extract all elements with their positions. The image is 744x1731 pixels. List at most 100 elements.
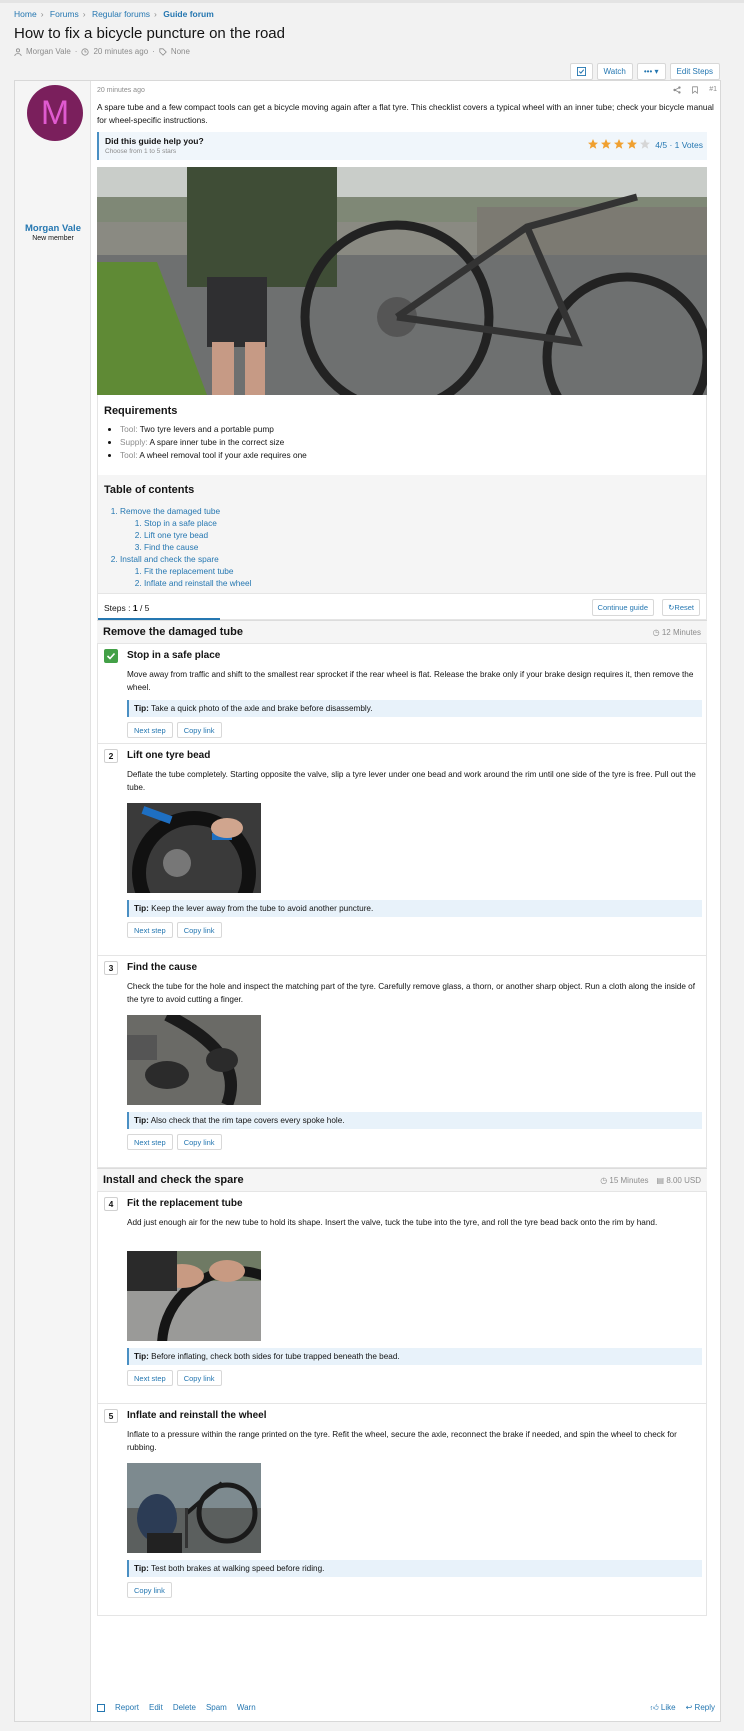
step-tip: Tip: Test both brakes at walking speed b… — [127, 1560, 702, 1577]
thumbs-up-icon: 👍︎ — [650, 1703, 659, 1712]
more-options-button[interactable]: ••• ▾ — [636, 63, 666, 80]
star-icon[interactable] — [587, 138, 599, 150]
clock-icon — [81, 47, 90, 56]
step-image — [127, 1463, 261, 1553]
user-title: New member — [32, 235, 74, 242]
toc-list: Remove the damaged tube Stop in a safe p… — [120, 505, 251, 589]
requirements-section: Requirements Tool: Two tyre levers and a… — [97, 395, 707, 475]
post: M Morgan Vale New member 20 minutes ago … — [14, 80, 721, 1722]
star-icon[interactable] — [626, 138, 638, 150]
next-step-button[interactable]: Next step — [127, 922, 173, 938]
edit-link[interactable]: Edit — [149, 1703, 163, 1712]
requirements-heading: Requirements — [104, 405, 178, 417]
toc-link[interactable]: Find the cause — [144, 542, 198, 552]
check-icon — [106, 652, 116, 660]
edit-steps-button[interactable]: Edit Steps — [669, 63, 720, 80]
copy-link-button[interactable]: Copy link — [176, 922, 222, 938]
next-step-button[interactable]: Next step — [127, 1370, 173, 1386]
reset-button[interactable]: ↻ Reset — [662, 599, 700, 616]
step-tip: Tip: Before inflating, check both sides … — [127, 1348, 702, 1365]
step-title: Find the cause — [127, 962, 198, 973]
continue-guide-button[interactable]: Continue guide — [591, 599, 654, 616]
table-of-contents: Table of contents Remove the damaged tub… — [97, 475, 707, 593]
rating-question: Did this guide help you? — [105, 136, 204, 146]
step-tip: Tip: Also check that the rim tape covers… — [127, 1112, 702, 1129]
breadcrumb: Home › Forums › Regular forums › Guide foru… — [14, 9, 214, 19]
page-title: How to fix a bicycle puncture on the roa… — [14, 25, 285, 42]
group-cost: ▤ 8.00 USD — [656, 1176, 701, 1185]
bookmark-icon[interactable] — [691, 86, 699, 94]
select-post-checkbox[interactable] — [97, 1703, 105, 1712]
thread-meta: Morgan Vale · 20 minutes ago · None — [14, 47, 190, 56]
watch-button[interactable]: Watch — [596, 63, 633, 80]
rating-stars[interactable] — [587, 138, 651, 150]
requirement-item: Tool: Two tyre levers and a portable pum… — [120, 423, 307, 436]
thread-time: 20 minutes ago — [93, 47, 149, 56]
star-icon[interactable] — [600, 138, 612, 150]
user-name[interactable]: Morgan Vale — [15, 223, 91, 234]
breadcrumb-forums[interactable]: Forums — [50, 9, 79, 19]
breadcrumb-home[interactable]: Home — [14, 9, 37, 19]
warn-link[interactable]: Warn — [237, 1703, 256, 1712]
thread-actions: Watch ••• ▾ Edit Steps — [569, 63, 720, 80]
toc-link[interactable]: Fit the replacement tube — [144, 566, 233, 576]
toc-link[interactable]: Stop in a safe place — [144, 518, 217, 528]
hero-image — [97, 167, 707, 395]
share-icon[interactable] — [673, 86, 681, 94]
step-description: Add just enough air for the new tube to … — [127, 1218, 658, 1227]
post-number[interactable]: #1 — [709, 86, 717, 94]
thread-author[interactable]: Morgan Vale — [26, 47, 71, 56]
requirements-list: Tool: Two tyre levers and a portable pum… — [120, 423, 307, 462]
toc-link[interactable]: Lift one tyre bead — [144, 530, 208, 540]
post-intro: A spare tube and a few compact tools can… — [97, 102, 714, 125]
step-number[interactable]: 2 — [104, 749, 118, 763]
group-time: ◷ 12 Minutes — [652, 628, 701, 637]
next-step-button[interactable]: Next step — [127, 722, 173, 738]
toc-link[interactable]: Remove the damaged tube — [120, 506, 220, 516]
star-icon[interactable] — [613, 138, 625, 150]
toc-link[interactable]: Install and check the spare — [120, 554, 219, 564]
spam-link[interactable]: Spam — [206, 1703, 227, 1712]
step-title: Lift one tyre bead — [127, 750, 211, 761]
toc-heading: Table of contents — [104, 484, 195, 496]
step-number[interactable]: 5 — [104, 1409, 118, 1423]
delete-link[interactable]: Delete — [173, 1703, 196, 1712]
steps-progress-bar: Steps : 1 / 5 Continue guide ↻ Reset — [97, 593, 707, 620]
reply-button[interactable]: ↩ Reply — [686, 1703, 715, 1713]
step-description: Move away from traffic and shift to the … — [127, 670, 694, 692]
rating-hint: Choose from 1 to 5 stars — [105, 148, 177, 155]
user-icon — [14, 47, 22, 56]
copy-link-button[interactable]: Copy link — [176, 722, 222, 738]
group-heading: Remove the damaged tube — [103, 626, 243, 638]
more-icon: ••• — [643, 67, 653, 76]
copy-link-button[interactable]: Copy link — [176, 1370, 222, 1386]
avatar[interactable]: M — [27, 85, 83, 141]
breadcrumb-guide-forum[interactable]: Guide forum — [163, 9, 214, 19]
step-card: 5 Inflate and reinstall the wheel Inflat… — [97, 1404, 707, 1616]
top-bar — [0, 0, 744, 3]
copy-link-button[interactable]: Copy link — [127, 1582, 172, 1598]
post-time[interactable]: 20 minutes ago — [97, 87, 145, 94]
step-description: Check the tube for the hole and inspect … — [127, 982, 695, 1004]
next-step-button[interactable]: Next step — [127, 1134, 173, 1150]
report-link[interactable]: Report — [115, 1703, 139, 1712]
step-description: Deflate the tube completely. Starting op… — [127, 770, 696, 792]
breadcrumb-regular-forums[interactable]: Regular forums — [92, 9, 150, 19]
step-tip: Tip: Take a quick photo of the axle and … — [127, 700, 702, 717]
star-icon[interactable] — [639, 138, 651, 150]
select-toggle-button[interactable] — [569, 63, 593, 80]
step-complete-checkbox[interactable] — [104, 649, 118, 663]
steps-counter: Steps : 1 / 5 — [104, 603, 150, 613]
toc-link[interactable]: Inflate and reinstall the wheel — [144, 578, 251, 588]
step-card: 3 Find the cause Check the tube for the … — [97, 956, 707, 1168]
rating-score[interactable]: 4/5 · 1 Votes — [655, 140, 703, 150]
step-number[interactable]: 3 — [104, 961, 118, 975]
step-card: 4 Fit the replacement tube Add just enou… — [97, 1192, 707, 1404]
step-title: Fit the replacement tube — [127, 1198, 243, 1209]
step-number[interactable]: 4 — [104, 1197, 118, 1211]
copy-link-button[interactable]: Copy link — [176, 1134, 222, 1150]
step-title: Inflate and reinstall the wheel — [127, 1410, 267, 1421]
thread-tags: None — [170, 47, 190, 56]
tag-icon — [159, 47, 167, 56]
like-button[interactable]: 👍︎ Like — [650, 1703, 675, 1713]
